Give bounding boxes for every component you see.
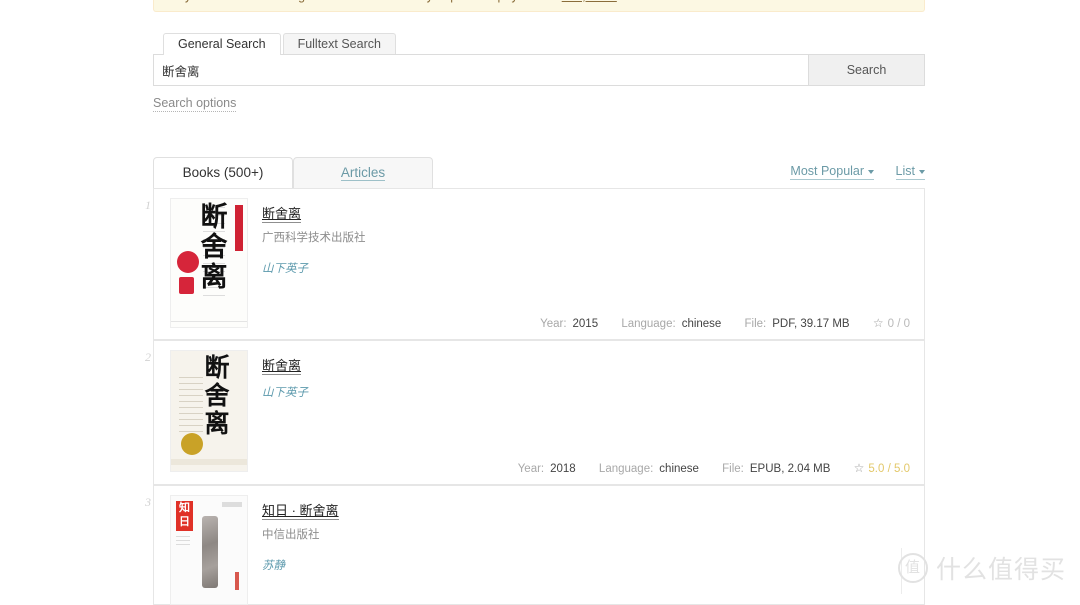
result-title-link[interactable]: 断舍离 bbox=[262, 358, 302, 375]
rating-value: 0 bbox=[887, 318, 894, 330]
watermark: 值 什么值得买 bbox=[897, 550, 1066, 586]
result-row-wrapper: 1 断舍离 断舍离 广西科学技术出版社 山下英子 Year: 2015 Lang… bbox=[145, 188, 925, 340]
language-label: Language: bbox=[621, 318, 676, 330]
file-value: PDF, 39.17 MB bbox=[772, 318, 850, 330]
star-icon: ☆ bbox=[872, 316, 884, 330]
rating-value: 5.0 bbox=[868, 463, 885, 475]
view-mode-label: List bbox=[895, 164, 915, 178]
result-row-wrapper: 2 断舍离 断舍离 山下英子 Year: 2018 Language: chin… bbox=[145, 340, 925, 485]
search-options-link[interactable]: Search options bbox=[153, 97, 237, 112]
result-card[interactable]: 断舍离 断舍离 广西科学技术出版社 山下英子 Year: 2015 Languag… bbox=[153, 188, 925, 340]
result-number: 1 bbox=[145, 198, 151, 212]
watermark-text: 什么值得买 bbox=[935, 555, 1066, 584]
chevron-down-icon bbox=[868, 169, 875, 174]
rating-separator: / bbox=[887, 463, 891, 475]
search-button[interactable]: Search bbox=[808, 54, 925, 86]
notice-text-wrap: Are you familiar with a high-risk mercha… bbox=[162, 0, 617, 3]
close-icon[interactable]: × bbox=[908, 0, 916, 2]
result-info: 知日 · 断舍离 中信出版社 苏静 bbox=[262, 502, 339, 573]
tab-books[interactable]: Books (500+) bbox=[153, 157, 293, 189]
sort-dropdown[interactable]: Most Popular bbox=[790, 164, 875, 180]
result-author-link[interactable]: 山下英子 bbox=[262, 384, 308, 400]
year-label: Year: bbox=[517, 463, 545, 475]
file-label: File: bbox=[722, 463, 744, 475]
result-publisher: 广西科学技术出版社 bbox=[262, 232, 366, 244]
tab-articles[interactable]: Articles bbox=[293, 157, 433, 189]
cover-title-text: 断舍离 bbox=[200, 202, 228, 293]
rating-max: 5.0 bbox=[894, 463, 910, 475]
result-card[interactable]: 断舍离 断舍离 山下英子 Year: 2018 Language: chinese … bbox=[153, 340, 925, 485]
year-value: 2018 bbox=[550, 463, 576, 475]
result-meta: Year: 2015 Language: chinese File: PDF, 39.… bbox=[540, 316, 910, 330]
tab-general-search[interactable]: General Search bbox=[163, 33, 281, 55]
search-bar: Search bbox=[153, 54, 925, 86]
cover-duanshueli-cream[interactable]: 断舍离 bbox=[170, 350, 248, 472]
result-card[interactable]: 知日 知日 · 断舍离 中信出版社 苏静 bbox=[153, 485, 925, 605]
result-number: 2 bbox=[145, 350, 151, 364]
sort-dropdown-label: Most Popular bbox=[790, 164, 865, 178]
file-value: EPUB, 2.04 MB bbox=[749, 463, 831, 475]
result-meta: Year: 2018 Language: chinese File: EPUB, 2.… bbox=[518, 461, 910, 475]
result-author-link[interactable]: 山下英子 bbox=[262, 260, 366, 276]
view-mode-dropdown[interactable]: List bbox=[895, 164, 925, 180]
tab-fulltext-search[interactable]: Fulltext Search bbox=[282, 33, 396, 55]
language-value: chinese bbox=[659, 463, 699, 475]
language-value: chinese bbox=[681, 318, 722, 330]
watermark-logo-icon: 值 bbox=[897, 553, 928, 583]
result-info: 断舍离 广西科学技术出版社 山下英子 bbox=[262, 205, 366, 276]
cover-title-text: 断舍离 bbox=[204, 353, 230, 438]
language-label: Language: bbox=[598, 463, 654, 475]
rating: ☆ 0 / 0 bbox=[872, 316, 910, 330]
sort-controls: Most Popular List bbox=[772, 164, 925, 180]
search-input[interactable] bbox=[153, 54, 809, 86]
cover-duanshueli-white[interactable]: 断舍离 bbox=[170, 198, 248, 328]
chevron-down-icon bbox=[919, 169, 925, 174]
notice-yes-link[interactable]: Yes, I am. bbox=[562, 0, 617, 3]
result-row-wrapper: 3 知日 知日 · 断舍离 中信出版社 苏静 bbox=[145, 485, 925, 605]
page-root: Are you familiar with a high-risk mercha… bbox=[0, 0, 1080, 605]
result-number: 3 bbox=[145, 495, 151, 509]
cover-logo-text: 知日 bbox=[176, 501, 193, 531]
notice-text: Are you familiar with a high-risk mercha… bbox=[162, 0, 559, 3]
year-value: 2015 bbox=[572, 318, 599, 330]
rating: ☆ 5.0 / 5.0 bbox=[853, 461, 910, 475]
result-title-link[interactable]: 知日 · 断舍离 bbox=[262, 503, 339, 520]
high-risk-merchant-notice: Are you familiar with a high-risk mercha… bbox=[153, 0, 925, 12]
cover-zhiri[interactable]: 知日 bbox=[170, 495, 248, 605]
result-title-link[interactable]: 断舍离 bbox=[262, 206, 302, 223]
result-author-link[interactable]: 苏静 bbox=[262, 557, 339, 573]
search-tabs: General Search Fulltext Search bbox=[163, 33, 398, 55]
tab-books-label: Books (500+) bbox=[182, 165, 264, 180]
result-publisher: 中信出版社 bbox=[262, 529, 320, 541]
star-icon: ☆ bbox=[853, 461, 865, 475]
year-label: Year: bbox=[540, 318, 567, 330]
tab-articles-label: Articles bbox=[340, 165, 386, 181]
rating-max: 0 bbox=[903, 318, 910, 330]
rating-separator: / bbox=[897, 318, 901, 330]
result-info: 断舍离 山下英子 bbox=[262, 357, 308, 400]
results-list: 1 断舍离 断舍离 广西科学技术出版社 山下英子 Year: 2015 Lang… bbox=[145, 188, 925, 605]
file-label: File: bbox=[744, 318, 767, 330]
